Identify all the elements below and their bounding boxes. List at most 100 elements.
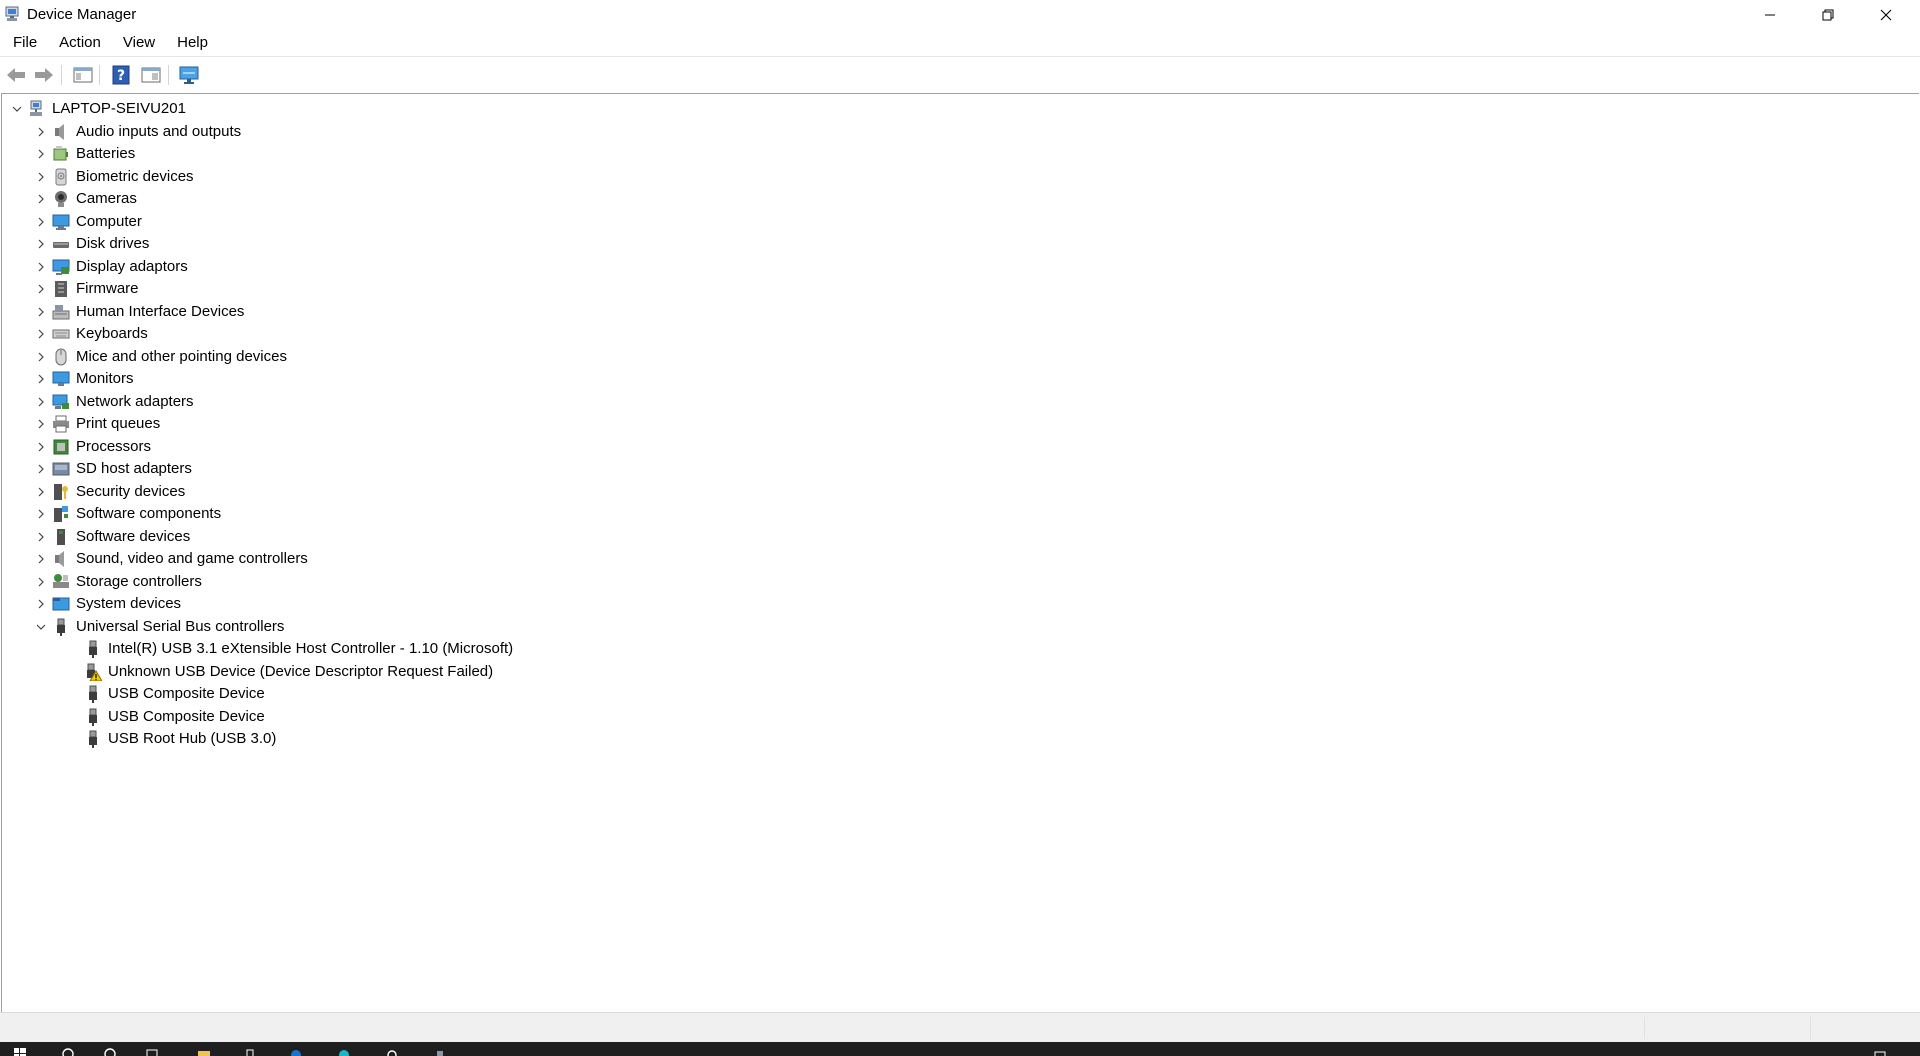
show-hide-console-tree-icon [73,67,93,83]
windows-start-icon[interactable] [14,1048,26,1056]
search-icon[interactable] [62,1048,74,1056]
chevron-down-icon[interactable] [10,102,24,116]
minimize-icon [1765,14,1775,16]
status-bar [0,1012,1920,1043]
edge-browser-icon[interactable] [290,1048,302,1056]
chevron-right-icon[interactable] [34,440,48,454]
tree-item-label: Computer [76,212,142,230]
tree-category[interactable]: Storage controllers [34,571,202,593]
chevron-right-icon[interactable] [34,485,48,499]
menu-file[interactable]: File [0,30,47,55]
chevron-right-icon[interactable] [34,372,48,386]
device-manager-taskbar-icon[interactable] [434,1048,446,1056]
chevron-right-icon[interactable] [34,417,48,431]
back-button[interactable] [5,65,27,85]
back-arrow-icon [7,68,25,82]
tree-category[interactable]: Network adapters [34,391,194,413]
chevron-right-icon[interactable] [34,192,48,206]
chevron-right-icon[interactable] [34,395,48,409]
device-tree: LAPTOP-SEIVU201 Audio inputs and outputs… [1,93,1919,1012]
tree-item-label: Keyboards [76,325,148,342]
chevron-right-icon[interactable] [34,350,48,364]
chevron-right-icon[interactable] [34,575,48,589]
cortana-icon[interactable] [104,1048,116,1056]
help-button[interactable]: ? [110,65,132,85]
chevron-right-icon[interactable] [34,462,48,476]
show-hide-console-tree-button[interactable] [72,65,94,85]
storage-controller-icon [52,573,70,591]
tree-category[interactable]: Audio inputs and outputs [34,121,241,143]
chevron-right-icon[interactable] [34,125,48,139]
close-button[interactable] [1857,0,1915,30]
notifications-icon[interactable] [1874,1048,1886,1056]
minimize-button[interactable] [1741,0,1799,30]
taskbar-app-icon[interactable] [338,1048,350,1056]
tree-category[interactable]: Software components [34,503,221,525]
chevron-right-icon[interactable] [34,147,48,161]
tree-category[interactable]: Computer [34,211,142,233]
tree-category[interactable]: Disk drives [34,233,149,255]
taskbar [0,1042,1920,1056]
tree-category[interactable]: Biometric devices [34,166,194,188]
file-explorer-icon[interactable] [198,1048,210,1056]
tree-category[interactable]: Print queues [34,413,160,435]
tree-category[interactable]: Human Interface Devices [34,301,244,323]
scan-hardware-monitor-icon [179,66,199,84]
firmware-icon [52,280,70,298]
tree-device[interactable]: Unknown USB Device (Device Descriptor Re… [66,661,493,683]
tree-item-label: System devices [76,595,182,612]
menu-view[interactable]: View [111,30,165,55]
tree-category[interactable]: Security devices [34,481,185,503]
tree-category[interactable]: Batteries [34,143,135,165]
chevron-right-icon[interactable] [34,170,48,184]
chevron-right-icon[interactable] [34,597,48,611]
chevron-right-icon[interactable] [34,305,48,319]
display-adapter-icon [52,258,70,276]
tree-category[interactable]: System devices [34,593,181,615]
tree-category[interactable]: Monitors [34,368,134,390]
tree-category[interactable]: Sound, video and game controllers [34,548,308,570]
scan-hardware-button[interactable] [178,65,200,85]
tree-item-label: Processors [76,437,152,455]
tree-device[interactable]: USB Composite Device [66,706,265,728]
chevron-right-icon[interactable] [34,282,48,296]
taskbar-app-icon[interactable] [244,1048,256,1056]
forward-button[interactable] [33,65,55,85]
tree-category[interactable]: Processors [34,436,151,458]
task-view-icon[interactable] [146,1048,158,1056]
chevron-right-icon[interactable] [34,552,48,566]
tree-item-label: Mice and other pointing devices [76,347,287,365]
chevron-right-icon[interactable] [34,327,48,341]
settings-gear-icon[interactable] [386,1048,398,1056]
menu-help[interactable]: Help [165,30,218,55]
tree-item-label: Disk drives [76,235,150,252]
chevron-right-icon[interactable] [34,237,48,251]
tree-category[interactable]: Software devices [34,526,190,548]
chevron-right-icon[interactable] [34,530,48,544]
tree-category[interactable]: Firmware [34,278,139,300]
tree-category[interactable]: Cameras [34,188,137,210]
tree-item-label: Unknown USB Device (Device Descriptor Re… [108,662,494,680]
chevron-right-icon[interactable] [34,260,48,274]
speaker-icon [52,550,70,568]
tree-item-label: USB Root Hub (USB 3.0) [108,730,277,747]
usb-plug-icon [84,685,102,703]
tree-root[interactable]: LAPTOP-SEIVU201 [10,98,186,120]
chevron-right-icon[interactable] [34,507,48,521]
tree-category[interactable]: Mice and other pointing devices [34,346,287,368]
tree-category[interactable]: SD host adapters [34,458,192,480]
properties-pane-button[interactable] [140,65,162,85]
restore-button[interactable] [1799,0,1857,30]
tree-device[interactable]: Intel(R) USB 3.1 eXtensible Host Control… [66,638,513,660]
tree-item-label: Print queues [76,415,161,432]
menu-action[interactable]: Action [47,30,111,55]
window-title: Device Manager [27,6,137,23]
chevron-down-icon[interactable] [34,620,48,634]
chevron-right-icon[interactable] [34,215,48,229]
tree-device[interactable]: USB Composite Device [66,683,265,705]
tree-category[interactable]: Display adaptors [34,256,188,278]
tree-category[interactable]: Universal Serial Bus controllers [34,616,284,638]
tree-device[interactable]: USB Root Hub (USB 3.0) [66,728,276,750]
tree-category[interactable]: Keyboards [34,323,148,345]
